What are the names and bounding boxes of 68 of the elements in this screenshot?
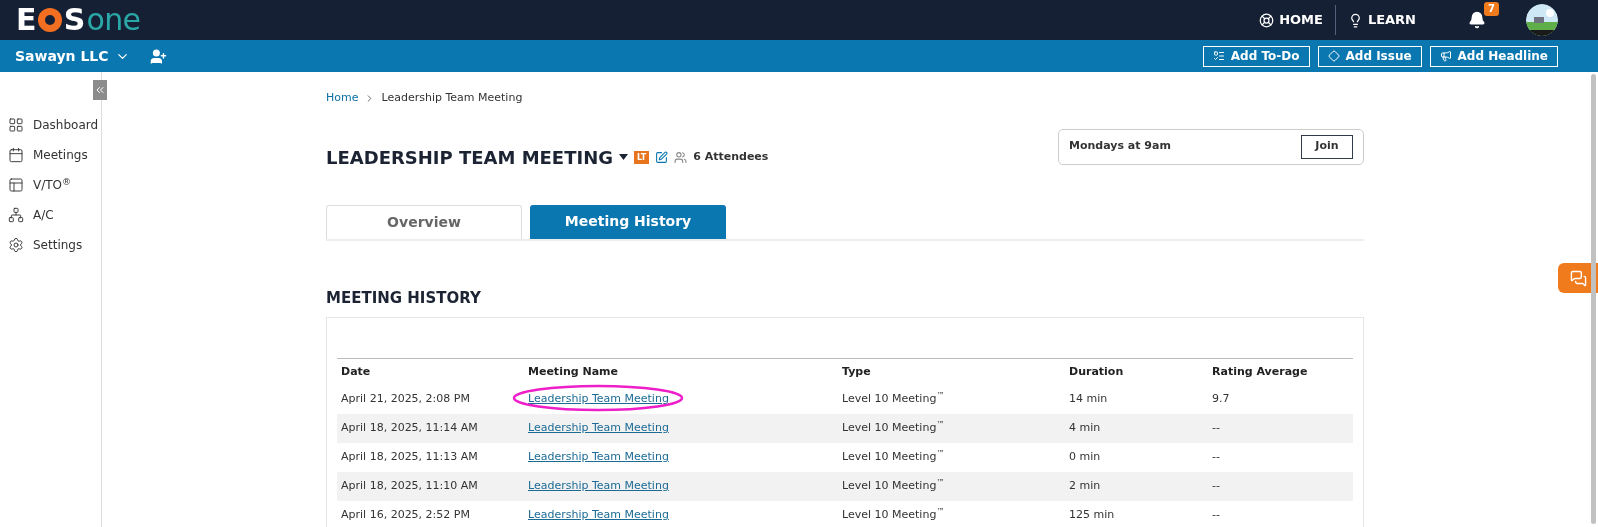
- table-cell-text: April 16, 2025, 2:52 PM: [340, 507, 471, 524]
- table-cell-text: 125 min: [1069, 507, 1116, 524]
- column-header: Duration: [1069, 363, 1125, 380]
- table-cell-text: Level 10 Meeting$^{™}$: [842, 507, 946, 524]
- table-cell-text: 9.7: [1212, 391, 1231, 408]
- table-cell-text: --: [1212, 478, 1221, 495]
- table-cell-text: 2 min: [1069, 478, 1102, 495]
- team-badge: LT: [634, 150, 650, 164]
- logo[interactable]: E Sone: [16, 5, 141, 35]
- table-cell-text: April 21, 2025, 2:08 PM: [340, 391, 471, 408]
- meetings-icon: [8, 147, 24, 163]
- attendees-count[interactable]: 6 Attendees: [693, 148, 769, 166]
- action-button[interactable]: Add Headline: [1429, 45, 1558, 67]
- dashboard-icon: [8, 117, 24, 133]
- table-cell-text: --: [1212, 449, 1221, 466]
- section-title: MEETING HISTORY: [326, 287, 482, 309]
- table-cell-text: 14 min: [1069, 391, 1109, 408]
- sidebar-item[interactable]: Dashboard: [0, 110, 101, 140]
- column-header: Meeting Name: [528, 363, 619, 380]
- table-cell-text: --: [1212, 507, 1221, 524]
- feedback-button[interactable]: [1558, 263, 1598, 293]
- add-user-icon[interactable]: [149, 47, 167, 65]
- meeting-link[interactable]: Leadership Team Meeting: [528, 508, 669, 522]
- diamond-icon: [1327, 50, 1340, 62]
- column-header: Rating Average: [1212, 363, 1309, 380]
- chat-icon: [1569, 269, 1587, 287]
- breadcrumb-current: Leadership Team Meeting: [381, 90, 523, 106]
- meeting-title: LEADERSHIP TEAM MEETING: [326, 145, 613, 170]
- sidebar-item[interactable]: Meetings: [0, 140, 101, 170]
- meeting-link[interactable]: Leadership Team Meeting: [528, 450, 669, 464]
- nav-link[interactable]: LEARN: [1334, 5, 1428, 35]
- nav-link[interactable]: HOME: [1247, 5, 1335, 35]
- table-cell-text: Level 10 Meeting$^{™}$: [842, 449, 946, 466]
- megaphone-icon: [1439, 50, 1452, 62]
- action-button[interactable]: Add To-Do: [1202, 45, 1310, 67]
- breadcrumb-link[interactable]: Home: [326, 90, 359, 107]
- sidebar-item[interactable]: Settings: [0, 230, 101, 260]
- table-cell-text: April 18, 2025, 11:10 AM: [340, 478, 479, 495]
- lifebuoy-icon: [1259, 12, 1275, 28]
- table-cell-text: 0 min: [1069, 449, 1102, 466]
- column-header: Type: [842, 363, 872, 380]
- table-cell-text: --: [1212, 420, 1221, 437]
- bell-icon[interactable]: [1468, 11, 1486, 29]
- table-cell-text: April 18, 2025, 11:13 AM: [340, 449, 479, 466]
- action-button[interactable]: Add Issue: [1317, 45, 1422, 67]
- table-cell-text: April 18, 2025, 11:14 AM: [340, 420, 479, 437]
- sidebar-item[interactable]: A/C: [0, 200, 101, 230]
- tab[interactable]: Meeting History: [530, 204, 726, 239]
- users-icon: [674, 150, 688, 164]
- table-cell-text: 4 min: [1069, 420, 1102, 437]
- scrollbar[interactable]: [1591, 74, 1596, 524]
- table-cell-text: Level 10 Meeting$^{™}$: [842, 420, 946, 437]
- meeting-link[interactable]: Leadership Team Meeting: [528, 479, 669, 493]
- column-header: Date: [340, 363, 372, 380]
- table-cell-text: Level 10 Meeting$^{™}$: [842, 478, 946, 495]
- sidebar-item[interactable]: V/TO$^{®}$: [0, 170, 101, 200]
- edit-icon[interactable]: [655, 150, 669, 164]
- tab[interactable]: Overview: [326, 204, 522, 239]
- settings-icon: [8, 237, 24, 253]
- schedule-text: Mondays at 9am: [1069, 138, 1171, 155]
- table-cell-text: Level 10 Meeting$^{™}$: [842, 391, 946, 408]
- collapse-icon: [94, 84, 106, 96]
- meeting-link[interactable]: Leadership Team Meeting: [528, 421, 669, 435]
- org-selector[interactable]: Sawayn LLC: [15, 45, 130, 67]
- list-icon: [1212, 50, 1225, 62]
- notification-count: 7: [1484, 2, 1499, 16]
- join-button[interactable]: Join: [1301, 134, 1353, 159]
- caret-icon[interactable]: [619, 154, 628, 160]
